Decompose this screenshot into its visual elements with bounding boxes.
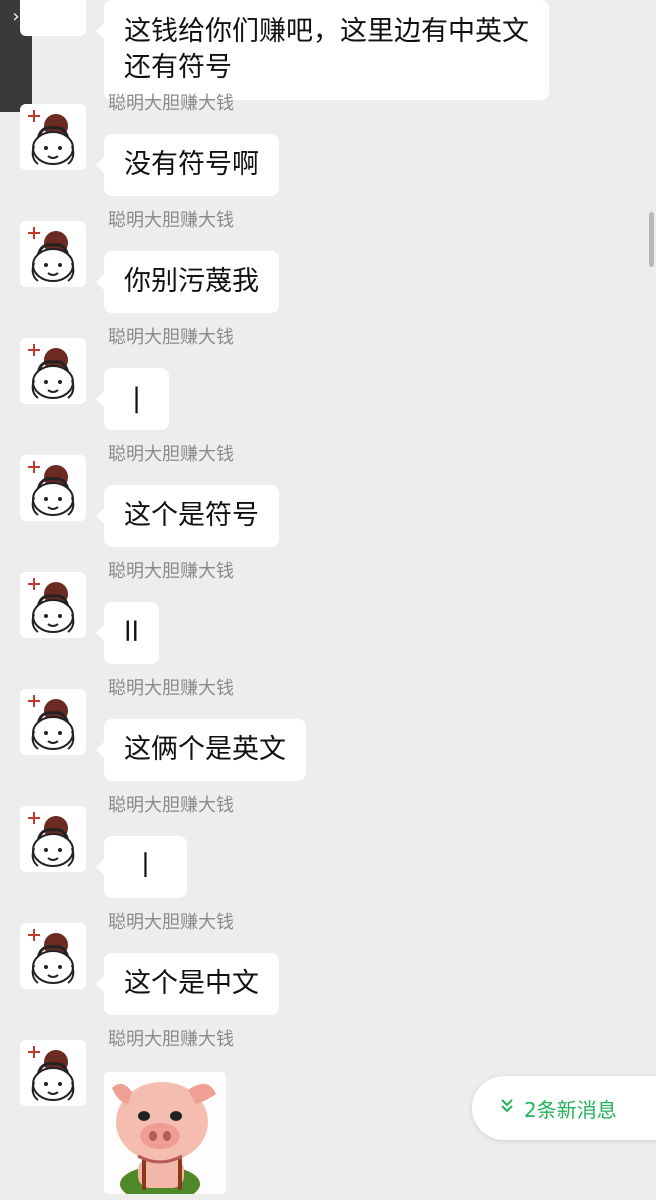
avatar[interactable] bbox=[20, 572, 86, 638]
new-messages-button[interactable]: 2条新消息 bbox=[472, 1076, 656, 1140]
avatar[interactable] bbox=[20, 455, 86, 521]
message-bubble[interactable]: ll bbox=[95, 602, 160, 664]
message-text: 你别污蔑我 bbox=[124, 266, 259, 297]
avatar[interactable] bbox=[20, 104, 86, 170]
avatar[interactable] bbox=[20, 923, 86, 989]
message-bubble[interactable]: 这个是符号 bbox=[96, 485, 279, 547]
avatar[interactable] bbox=[20, 1040, 86, 1106]
sender-name: 聪明大胆赚大钱 bbox=[108, 210, 234, 231]
sender-name: 聪明大胆赚大钱 bbox=[108, 444, 234, 465]
sender-name: 聪明大胆赚大钱 bbox=[108, 93, 234, 114]
avatar[interactable] bbox=[20, 338, 86, 404]
sender-name: 聪明大胆赚大钱 bbox=[108, 678, 234, 699]
message-bubble[interactable]: 这俩个是英文 bbox=[96, 719, 306, 781]
message-text-line: 这钱给你们赚吧，这里边有中英文 bbox=[124, 16, 529, 47]
chevron-right-icon: › bbox=[12, 6, 20, 27]
sender-name: 聪明大胆赚大钱 bbox=[108, 795, 234, 816]
avatar[interactable] bbox=[20, 806, 86, 872]
message-text: 丨 bbox=[132, 851, 159, 882]
message-bubble[interactable]: 这个是中文 bbox=[96, 953, 279, 1015]
sender-name: 聪明大胆赚大钱 bbox=[108, 912, 234, 933]
message-bubble[interactable]: 这钱给你们赚吧，这里边有中英文 还有符号 bbox=[96, 0, 549, 100]
message-text: 没有符号啊 bbox=[124, 149, 259, 180]
new-messages-label: 2条新消息 bbox=[524, 1097, 617, 1122]
scrollbar[interactable] bbox=[649, 212, 654, 267]
message-text: 这俩个是英文 bbox=[124, 734, 286, 765]
sender-name: 聪明大胆赚大钱 bbox=[108, 1029, 234, 1050]
message-text: 这个是中文 bbox=[124, 968, 259, 999]
avatar[interactable] bbox=[20, 221, 86, 287]
avatar[interactable] bbox=[20, 0, 86, 36]
message-text: ll bbox=[124, 617, 140, 648]
message-bubble[interactable]: 没有符号啊 bbox=[96, 134, 279, 196]
avatar[interactable] bbox=[20, 689, 86, 755]
message-text-line: 还有符号 bbox=[124, 52, 232, 83]
message-bubble[interactable]: | bbox=[95, 368, 170, 430]
sender-name: 聪明大胆赚大钱 bbox=[108, 561, 234, 582]
message-bubble[interactable]: 丨 bbox=[96, 836, 187, 898]
message-bubble[interactable]: 你别污蔑我 bbox=[96, 251, 279, 313]
double-chevron-down-icon bbox=[500, 1098, 514, 1119]
message-text: | bbox=[132, 383, 142, 414]
message-text: 这个是符号 bbox=[124, 500, 259, 531]
sender-name: 聪明大胆赚大钱 bbox=[108, 327, 234, 348]
pig-sticker[interactable] bbox=[104, 1072, 226, 1194]
